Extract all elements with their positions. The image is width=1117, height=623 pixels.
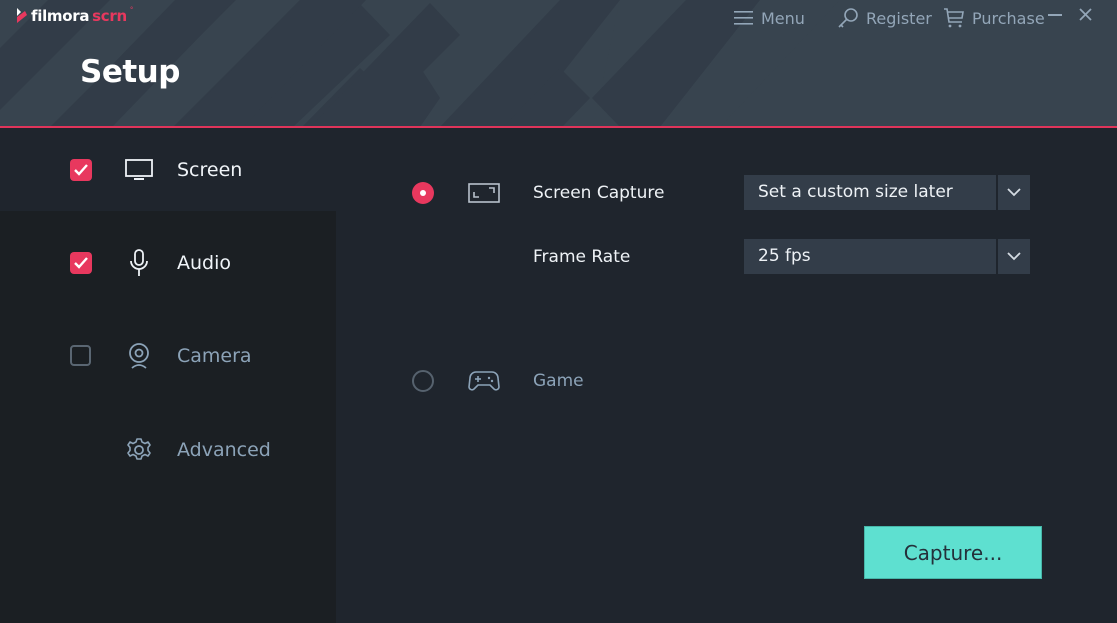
cart-icon [944, 8, 964, 28]
sidebar-item-camera[interactable]: Camera [0, 314, 336, 397]
sidebar-item-label: Screen [177, 158, 243, 181]
app-logo: filmora scrn ° [14, 6, 134, 25]
menu-label: Menu [761, 8, 805, 28]
screen-capture-label: Screen Capture [533, 183, 665, 203]
monitor-icon [124, 155, 154, 185]
audio-checkbox[interactable] [70, 251, 92, 274]
filmora-logo-icon [17, 8, 27, 23]
game-label: Game [533, 371, 584, 391]
chevron-down-icon [1007, 188, 1021, 197]
webcam-icon [124, 341, 154, 371]
sidebar-item-audio[interactable]: Audio [0, 221, 336, 304]
sidebar-item-label: Advanced [177, 438, 271, 461]
capture-size-dropdown-toggle[interactable] [998, 175, 1030, 210]
menu-button[interactable]: Menu [734, 9, 805, 28]
logo-text-primary: filmora [31, 7, 90, 25]
register-button[interactable]: Register [837, 7, 932, 29]
sidebar-item-label: Camera [177, 344, 252, 367]
sidebar-item-screen[interactable]: Screen [0, 128, 336, 211]
chevron-down-icon [1007, 252, 1021, 261]
minimize-button[interactable] [1045, 6, 1065, 26]
key-icon [838, 8, 858, 28]
logo-registered-mark: ° [129, 6, 134, 14]
camera-checkbox[interactable] [70, 345, 91, 366]
gamepad-icon [468, 371, 500, 391]
page-title: Setup [80, 54, 180, 90]
microphone-icon [124, 248, 154, 278]
close-button[interactable] [1076, 6, 1096, 26]
register-label: Register [866, 8, 932, 28]
frame-rate-dropdown[interactable]: 25 fps [744, 239, 996, 274]
sidebar-item-advanced[interactable]: Advanced [0, 408, 336, 491]
checkmark-icon [74, 256, 88, 269]
sidebar: Screen Audio Camera Advanced [0, 128, 336, 623]
close-icon [1079, 8, 1092, 21]
purchase-label: Purchase [972, 8, 1045, 28]
frame-rate-label: Frame Rate [533, 247, 631, 267]
minimize-icon [1048, 14, 1062, 16]
capture-size-dropdown[interactable]: Set a custom size later [744, 175, 996, 210]
fullscreen-icon [468, 183, 500, 203]
sidebar-item-label: Audio [177, 251, 232, 274]
screen-checkbox[interactable] [70, 158, 92, 181]
purchase-button[interactable]: Purchase [943, 7, 1045, 29]
gear-icon [124, 435, 154, 465]
frame-rate-dropdown-toggle[interactable] [998, 239, 1030, 274]
header: filmora scrn ° Setup Menu Register Purch… [0, 0, 1117, 127]
capture-button[interactable]: Capture... [864, 526, 1042, 579]
logo-text-secondary: scrn [92, 7, 127, 25]
game-radio[interactable] [412, 370, 434, 392]
checkmark-icon [74, 163, 88, 176]
hamburger-icon [734, 11, 753, 25]
screen-capture-radio[interactable] [412, 182, 434, 204]
